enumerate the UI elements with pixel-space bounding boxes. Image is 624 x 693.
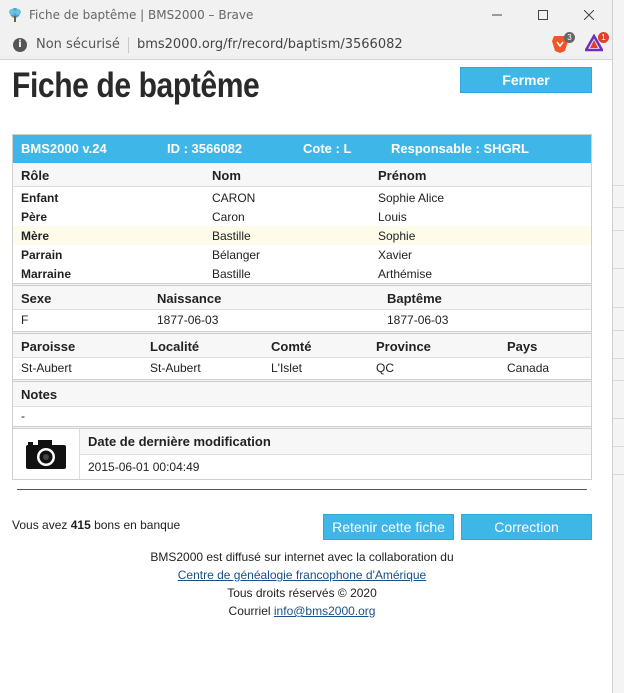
pays-value: Canada [507,361,550,375]
person-nom: Bastille [212,267,251,281]
page-title: Fiche de baptême [12,66,260,105]
close-window-button[interactable] [566,0,612,30]
person-role: Enfant [21,191,59,205]
comte-value: L'Islet [271,361,302,375]
window-titlebar: Fiche de baptême | BMS2000 – Brave [0,0,612,30]
record-responsable: Responsable : SHGRL [391,141,529,156]
province-value: QC [376,361,394,375]
background-window-edge [612,0,624,693]
credit-prefix: Vous avez [12,518,71,532]
brave-rewards-button[interactable]: 1 [583,32,609,54]
horizontal-rule [17,489,587,490]
url-field[interactable]: bms2000.org/fr/record/baptism/3566082 [137,37,403,52]
close-record-button[interactable]: Fermer [460,67,592,93]
notes-header-row: Notes [13,382,591,406]
event-header-row: Sexe Naissance Baptême [13,286,591,310]
col-prenom: Prénom [378,168,427,183]
modified-label: Date de dernière modification [80,429,591,455]
footer-line-4: Courriel info@bms2000.org [0,604,604,618]
modification-section: Date de dernière modification 2015-06-01… [13,429,591,479]
correction-button[interactable]: Correction [461,514,592,540]
security-label[interactable]: Non sécurisé [36,37,120,52]
person-nom: Caron [212,210,245,224]
col-naissance: Naissance [157,291,222,306]
place-values-row: St-Aubert St-Aubert L'Islet QC Canada [13,358,591,379]
close-icon [584,10,594,20]
person-row-enfant: Enfant CARON Sophie Alice [13,188,591,207]
notes-label: Notes [21,387,58,402]
col-role: Rôle [21,168,50,183]
camera-cell [13,429,80,479]
col-nom: Nom [212,168,241,183]
brave-shields-button[interactable]: 3 [551,32,575,54]
camera-icon[interactable] [25,438,67,470]
email-prefix: Courriel [228,604,274,618]
place-header-row: Paroisse Localité Comté Province Pays [13,334,591,358]
app-tree-icon [9,8,21,22]
col-localite: Localité [150,339,200,354]
col-bapteme: Baptême [387,291,442,306]
person-prenom: Arthémise [378,267,433,281]
credit-count: 415 [70,518,91,532]
page-content: Fiche de baptême Fermer BMS2000 v.24 ID … [0,61,612,693]
minimize-button[interactable] [474,0,520,30]
person-row-mere: Mère Bastille Sophie [13,226,591,245]
modification-info: Date de dernière modification 2015-06-01… [80,429,591,479]
address-separator [127,36,129,53]
person-row-marraine: Marraine Bastille Arthémise [13,264,591,283]
email-link[interactable]: info@bms2000.org [274,604,376,618]
maximize-icon [538,10,548,20]
footer-line-1: BMS2000 est diffusé sur internet avec la… [150,550,454,564]
person-role: Mère [21,229,50,243]
col-sexe: Sexe [21,291,52,306]
col-pays: Pays [507,339,538,354]
person-prenom: Sophie [378,229,416,243]
person-prenom: Sophie Alice [378,191,445,205]
rewards-count-badge: 1 [598,32,609,43]
person-role: Parrain [21,248,63,262]
maximize-button[interactable] [520,0,566,30]
info-icon[interactable]: i [13,37,27,52]
person-role: Père [21,210,48,224]
notes-value-row: - [13,406,591,426]
col-province: Province [376,339,431,354]
shields-count-badge: 3 [564,32,575,43]
address-bar: i Non sécurisé bms2000.org/fr/record/bap… [0,30,612,60]
record-id: ID : 3566082 [167,141,243,156]
person-prenom: Louis [378,210,407,224]
col-paroisse: Paroisse [21,339,76,354]
window-title: Fiche de baptême | BMS2000 – Brave [29,8,254,22]
bapteme-value: 1877-06-03 [387,313,449,327]
person-row-parrain: Parrain Bélanger Xavier [13,245,591,264]
naissance-value: 1877-06-03 [157,313,219,327]
sexe-value: F [21,313,29,327]
paroisse-value: St-Aubert [21,361,72,375]
cgfa-link[interactable]: Centre de généalogie francophone d'Améri… [178,568,426,582]
col-comte: Comté [271,339,312,354]
person-prenom: Xavier [378,248,413,262]
footer-copyright: Tous droits réservés © 2020 [227,586,377,600]
notes-value: - [21,409,25,423]
person-nom: CARON [212,191,256,205]
credit-text: Vous avez 415 bons en banque [12,518,180,532]
person-role: Marraine [21,267,72,281]
save-record-button[interactable]: Retenir cette fiche [323,514,454,540]
record-cote: Cote : L [303,141,352,156]
event-values-row: F 1877-06-03 1877-06-03 [13,310,591,331]
person-nom: Bastille [212,229,251,243]
person-nom: Bélanger [212,248,261,262]
credit-suffix: bons en banque [90,518,181,532]
people-header-row: Rôle Nom Prénom [13,163,591,187]
footer-line-2: Centre de généalogie francophone d'Améri… [0,568,604,582]
minimize-icon [492,14,502,16]
record-header: BMS2000 v.24 ID : 3566082 Cote : L Respo… [13,135,591,163]
person-row-pere: Père Caron Louis [13,207,591,226]
modified-value: 2015-06-01 00:04:49 [88,460,200,474]
localite-value: St-Aubert [150,361,201,375]
record-version: BMS2000 v.24 [21,141,107,156]
record-card: BMS2000 v.24 ID : 3566082 Cote : L Respo… [12,134,592,480]
